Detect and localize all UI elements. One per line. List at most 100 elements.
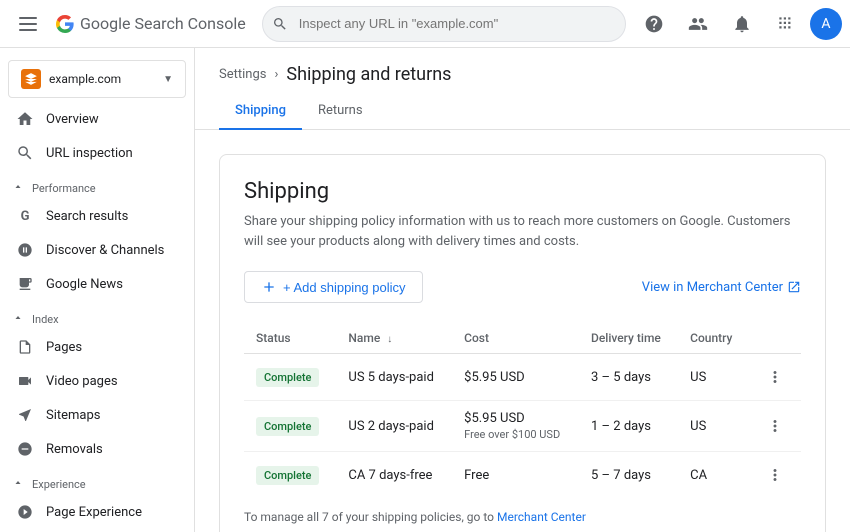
table-header-row: Status Name ↓ Cost Delivery time Country [244, 323, 801, 354]
url-search-icon [16, 144, 34, 162]
sidebar-label-search-results: Search results [46, 209, 128, 224]
merchant-center-link[interactable]: Merchant Center [497, 510, 586, 524]
sidebar-label-sitemaps: Sitemaps [46, 408, 101, 423]
row3-country: CA [678, 452, 748, 499]
row2-menu[interactable] [748, 401, 801, 452]
app-title: Google Search Console [80, 14, 246, 33]
property-name: example.com [49, 72, 155, 86]
sidebar-label-page-experience: Page Experience [46, 505, 142, 520]
sidebar-item-page-experience[interactable]: Page Experience [0, 495, 186, 529]
row2-delivery: 1 – 2 days [579, 401, 678, 452]
row3-delivery: 5 – 7 days [579, 452, 678, 499]
sidebar-label-pages: Pages [46, 340, 82, 355]
removals-icon [16, 440, 34, 458]
users-icon[interactable] [678, 4, 718, 44]
sidebar-item-video-pages[interactable]: Video pages [0, 364, 186, 398]
row3-name: CA 7 days-free [336, 452, 452, 499]
row3-menu[interactable] [748, 452, 801, 499]
nav-section-experience: Experience Page Experience Core Web Vita… [0, 470, 194, 532]
row1-menu[interactable] [748, 354, 801, 401]
col-name: Name ↓ [336, 323, 452, 354]
notifications-icon[interactable] [722, 4, 762, 44]
menu-icon[interactable] [8, 4, 48, 44]
help-icon[interactable] [634, 4, 674, 44]
row2-country: US [678, 401, 748, 452]
pages-icon [16, 338, 34, 356]
add-shipping-policy-button[interactable]: + Add shipping policy [244, 271, 423, 303]
table-row: Complete US 5 days-paid $5.95 USD 3 – 5 … [244, 354, 801, 401]
row1-menu-button[interactable] [760, 364, 789, 390]
experience-section-label: Experience [32, 478, 86, 491]
search-bar[interactable] [262, 6, 626, 42]
row1-delivery: 3 – 5 days [579, 354, 678, 401]
shipping-table: Status Name ↓ Cost Delivery time Country [244, 323, 801, 498]
main-layout: example.com ▼ Overview URL inspection [0, 48, 850, 532]
col-status: Status [244, 323, 336, 354]
row1-name: US 5 days-paid [336, 354, 452, 401]
view-merchant-link[interactable]: View in Merchant Center [642, 280, 801, 295]
search-input[interactable] [262, 6, 626, 42]
avatar[interactable]: A [810, 8, 842, 40]
search-icon [272, 16, 288, 32]
sort-icon: ↓ [387, 334, 392, 345]
property-selector[interactable]: example.com ▼ [8, 60, 186, 98]
sidebar-item-search-results[interactable]: G Search results [0, 199, 186, 233]
row1-country: US [678, 354, 748, 401]
table-row: Complete CA 7 days-free Free 5 – 7 days … [244, 452, 801, 499]
news-icon [16, 275, 34, 293]
topbar-actions: A [634, 4, 842, 44]
status-badge: Complete [256, 368, 319, 387]
home-icon [16, 110, 34, 128]
page-experience-icon [16, 503, 34, 521]
tab-shipping[interactable]: Shipping [219, 93, 302, 130]
tab-returns[interactable]: Returns [302, 93, 379, 130]
breadcrumb-parent[interactable]: Settings [219, 67, 266, 82]
status-badge: Complete [256, 466, 319, 485]
row2-cost: $5.95 USD Free over $100 USD [452, 401, 579, 452]
index-section-header[interactable]: Index [0, 305, 194, 330]
index-section-label: Index [32, 313, 59, 326]
nav-section-main: Overview URL inspection [0, 102, 194, 170]
row3-menu-button[interactable] [760, 462, 789, 488]
shipping-card: Shipping Share your shipping policy info… [219, 154, 826, 532]
sidebar-item-removals[interactable]: Removals [0, 432, 186, 466]
nav-section-performance: Performance G Search results Discover & … [0, 174, 194, 301]
breadcrumb: Settings › Shipping and returns [195, 48, 850, 93]
shipping-title: Shipping [244, 179, 801, 204]
breadcrumb-separator: › [274, 67, 278, 82]
row2-menu-button[interactable] [760, 413, 789, 439]
row3-status: Complete [244, 452, 336, 499]
table-row: Complete US 2 days-paid $5.95 USD Free o… [244, 401, 801, 452]
sidebar-label-video-pages: Video pages [46, 374, 118, 389]
video-pages-icon [16, 372, 34, 390]
sidebar-label-overview: Overview [46, 112, 99, 127]
add-shipping-policy-label: + Add shipping policy [283, 280, 406, 295]
experience-section-header[interactable]: Experience [0, 470, 194, 495]
sitemaps-icon [16, 406, 34, 424]
sidebar-label-google-news: Google News [46, 277, 123, 292]
col-delivery: Delivery time [579, 323, 678, 354]
performance-section-header[interactable]: Performance [0, 174, 194, 199]
sidebar-item-url-inspection[interactable]: URL inspection [0, 136, 186, 170]
property-icon [21, 69, 41, 89]
main-content: Settings › Shipping and returns Shipping… [195, 48, 850, 532]
footer-note-prefix: To manage all 7 of your shipping policie… [244, 510, 497, 524]
sidebar-label-discover: Discover & Channels [46, 243, 164, 258]
sidebar-item-pages[interactable]: Pages [0, 330, 186, 364]
breadcrumb-current: Shipping and returns [286, 64, 451, 85]
performance-section-label: Performance [32, 182, 96, 195]
row1-cost: $5.95 USD [452, 354, 579, 401]
sidebar-item-google-news[interactable]: Google News [0, 267, 186, 301]
sidebar-item-sitemaps[interactable]: Sitemaps [0, 398, 186, 432]
footer-note: To manage all 7 of your shipping policie… [244, 498, 801, 528]
sidebar: example.com ▼ Overview URL inspection [0, 48, 195, 532]
property-chevron-icon: ▼ [163, 74, 173, 85]
content-area: Shipping Share your shipping policy info… [195, 130, 850, 532]
search-results-icon: G [16, 207, 34, 225]
sidebar-item-overview[interactable]: Overview [0, 102, 186, 136]
apps-icon[interactable] [766, 4, 806, 44]
status-badge: Complete [256, 417, 319, 436]
sidebar-label-url-inspection: URL inspection [46, 146, 133, 161]
sidebar-item-discover[interactable]: Discover & Channels [0, 233, 186, 267]
app-logo: Google Search Console [56, 14, 246, 33]
